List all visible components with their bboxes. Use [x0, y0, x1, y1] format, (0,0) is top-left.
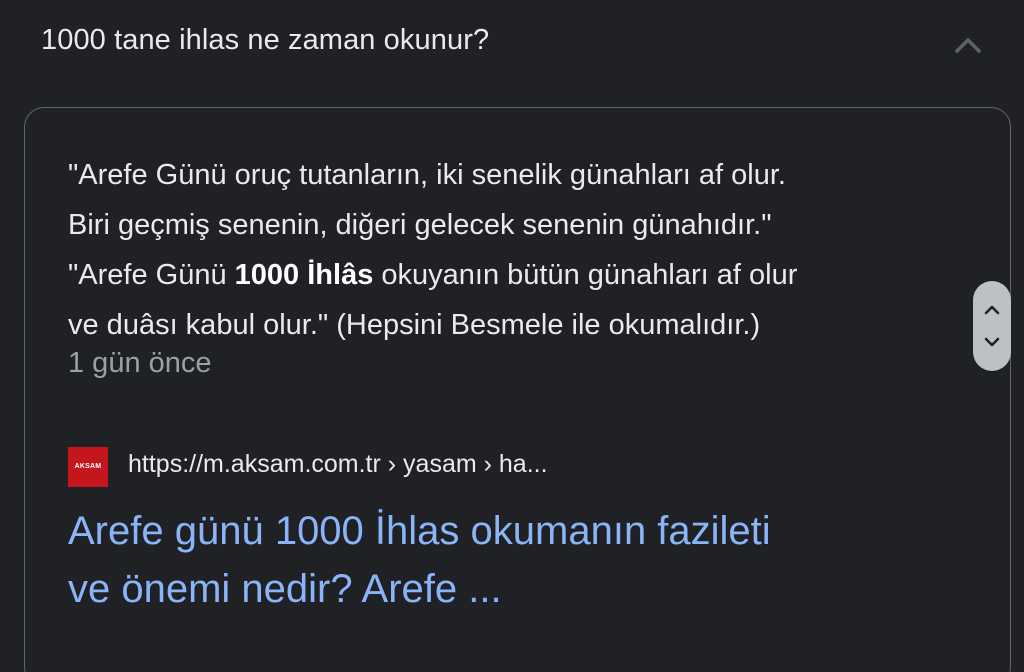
- site-favicon: AKSAM: [68, 447, 108, 487]
- scroll-widget[interactable]: [973, 281, 1011, 371]
- chevron-up-icon[interactable]: [973, 295, 1011, 325]
- snippet-text: "Arefe Günü: [68, 259, 235, 291]
- snippet-line: Biri geçmiş senenin, diğeri gelecek sene…: [68, 209, 772, 241]
- source-url[interactable]: https://m.aksam.com.tr › yasam › ha...: [128, 450, 548, 479]
- snippet-text: okuyanın bütün günahları af olur: [373, 259, 798, 291]
- related-question-header[interactable]: 1000 tane ihlas ne zaman okunur?: [0, 0, 1024, 96]
- search-result-page: 1000 tane ihlas ne zaman okunur? "Arefe …: [0, 0, 1024, 672]
- snippet-highlight: 1000 İhlâs: [234, 259, 374, 291]
- snippet-line: "Arefe Günü oruç tutanların, iki senelik…: [68, 159, 786, 191]
- snippet-date: 1 gün önce: [68, 347, 212, 379]
- chevron-up-icon[interactable]: [950, 28, 986, 64]
- question-text: 1000 tane ihlas ne zaman okunur?: [41, 24, 490, 56]
- snippet-line: "Arefe Günü 1000 İhlâs okuyanın bütün gü…: [68, 250, 968, 300]
- snippet-line: ve duâsı kabul olur." (Hepsini Besmele i…: [68, 309, 761, 341]
- answer-snippet: "Arefe Günü oruç tutanların, iki senelik…: [68, 150, 968, 350]
- result-title-line: ve önemi nedir? Arefe ...: [68, 567, 502, 611]
- chevron-down-icon[interactable]: [973, 327, 1011, 357]
- source-row[interactable]: AKSAM https://m.aksam.com.tr › yasam › h…: [68, 446, 968, 490]
- result-title-link[interactable]: Arefe günü 1000 İhlas okumanın fazileti …: [68, 502, 988, 618]
- result-title-line: Arefe günü 1000 İhlas okumanın fazileti: [68, 509, 771, 553]
